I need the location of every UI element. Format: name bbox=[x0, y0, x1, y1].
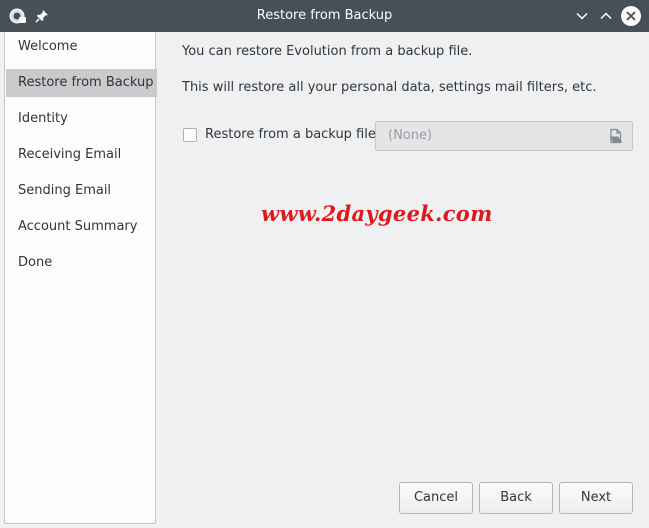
sidebar-item-receiving-email[interactable]: Receiving Email bbox=[6, 141, 157, 169]
back-button[interactable]: Back bbox=[479, 482, 553, 514]
title-bar[interactable]: Restore from Backup bbox=[0, 0, 649, 32]
sidebar-item-identity[interactable]: Identity bbox=[6, 105, 157, 133]
page-list-sidebar: Welcome Restore from Backup Identity Rec… bbox=[4, 32, 157, 524]
detail-text: This will restore all your personal data… bbox=[182, 80, 597, 95]
restore-checkbox[interactable] bbox=[183, 128, 197, 142]
intro-text: You can restore Evolution from a backup … bbox=[182, 44, 473, 59]
sidebar-item-done[interactable]: Done bbox=[6, 249, 157, 277]
close-icon[interactable] bbox=[620, 5, 642, 27]
watermark-text: www.2daygeek.com bbox=[261, 201, 493, 226]
window-title: Restore from Backup bbox=[256, 8, 393, 23]
restore-checkbox-label[interactable]: Restore from a backup file: bbox=[205, 127, 380, 142]
file-chooser-value: (None) bbox=[388, 128, 433, 143]
next-button[interactable]: Next bbox=[559, 482, 633, 514]
document-open-icon bbox=[608, 128, 624, 144]
chevron-up-icon[interactable] bbox=[596, 6, 616, 26]
sidebar-item-sending-email[interactable]: Sending Email bbox=[6, 177, 157, 205]
sidebar-item-account-summary[interactable]: Account Summary bbox=[6, 213, 157, 241]
sidebar-item-restore-from-backup[interactable]: Restore from Backup bbox=[6, 69, 157, 97]
assistant-window: Restore from Backup Welcome Restore from… bbox=[0, 0, 649, 528]
backup-file-chooser[interactable]: (None) bbox=[375, 121, 633, 151]
chevron-down-icon[interactable] bbox=[572, 6, 592, 26]
cancel-button[interactable]: Cancel bbox=[399, 482, 473, 514]
sidebar-item-welcome[interactable]: Welcome bbox=[6, 33, 157, 61]
